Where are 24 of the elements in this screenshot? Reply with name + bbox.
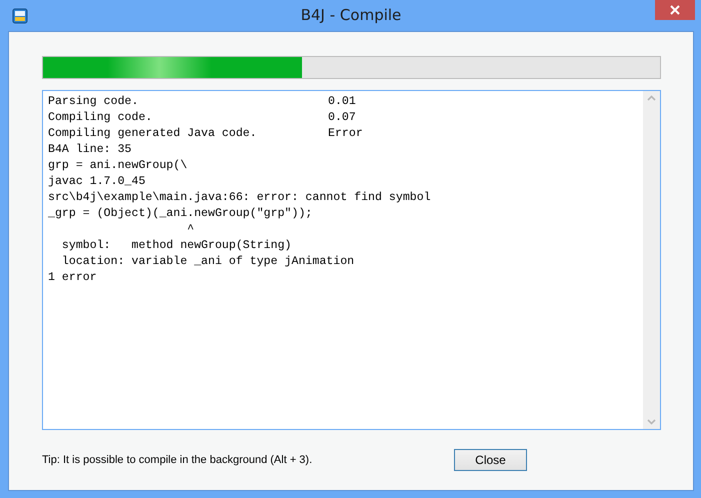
- log-line: _grp = (Object)(_ani.newGroup("grp"));: [48, 206, 312, 222]
- app-icon: [12, 8, 28, 24]
- close-button[interactable]: [655, 0, 695, 20]
- scroll-up-icon: [647, 95, 656, 101]
- log-line: location: variable _ani of type jAnimation: [60, 254, 354, 270]
- log-line: ^: [186, 222, 194, 238]
- close-dialog-button[interactable]: Close: [454, 448, 527, 470]
- log-line: 1 error: [48, 270, 97, 286]
- window-title: B4J - Compile: [300, 6, 402, 24]
- scrollbar[interactable]: [643, 91, 660, 429]
- log-value: 0.07: [328, 110, 356, 126]
- log-line: Parsing code.: [48, 94, 140, 110]
- log-line: symbol: method newGroup(String): [60, 238, 292, 254]
- log-value: 0.01: [328, 94, 356, 110]
- log-value: Error: [328, 126, 363, 142]
- log-line: grp = ani.newGroup(\: [48, 158, 188, 174]
- log-line: src\b4j\example\main.java:66: error: cannot find symbol: [48, 190, 431, 206]
- log-line: Compiling generated Java code.: [48, 126, 258, 142]
- tip-text: Tip: It is possible to compile in the background (Alt + 3).: [42, 454, 314, 466]
- log-line: B4A line: 35: [48, 142, 132, 158]
- scroll-down-icon: [647, 419, 656, 425]
- log-line: Compiling code.: [48, 110, 154, 126]
- close-icon: [670, 5, 680, 15]
- log-line: javac 1.7.0_45: [48, 174, 146, 190]
